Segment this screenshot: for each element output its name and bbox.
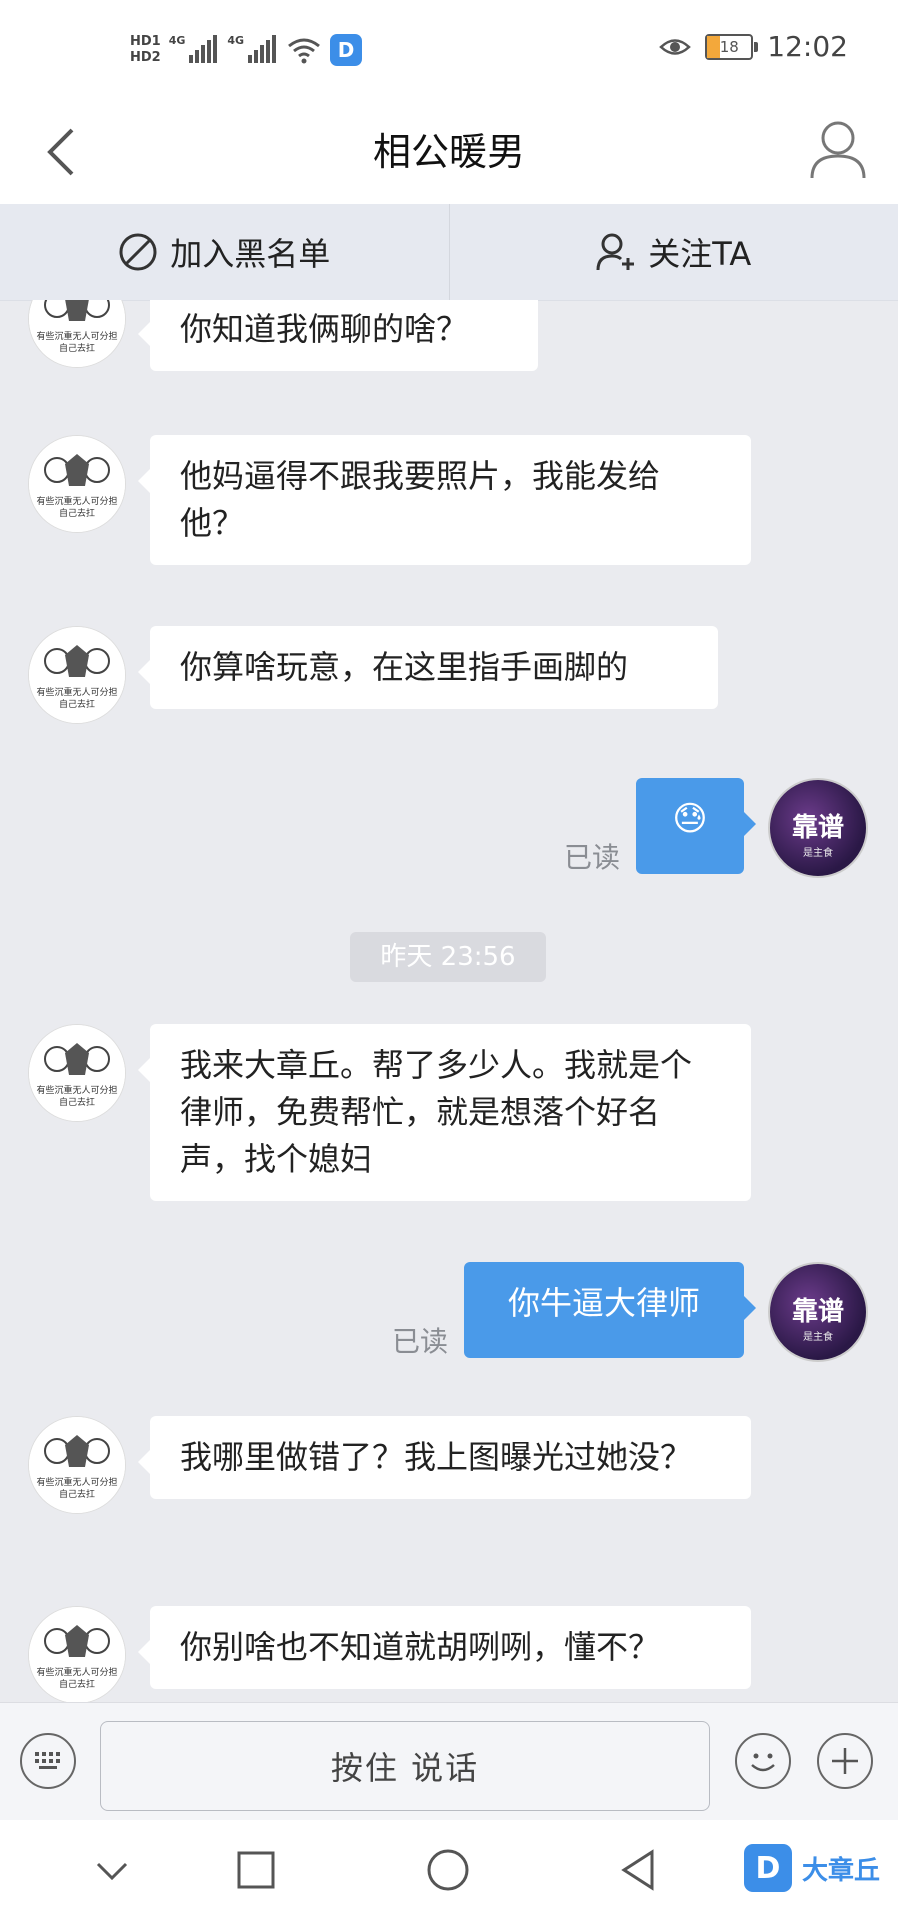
message-bubble[interactable]: 你别啥也不知道就胡咧咧，懂不？ [138, 1606, 751, 1689]
page-title: 相公暖男 [372, 130, 525, 174]
message-bubble[interactable]: 我来大章丘。帮了多少人。我就是个律师，免费帮忙，就是想落个好名声，找个媳妇 [138, 1024, 751, 1201]
wifi-icon [288, 38, 321, 64]
battery-level: 18 [719, 37, 739, 56]
recents-square-icon[interactable] [230, 1844, 282, 1896]
blacklist-label: 加入黑名单 [170, 235, 331, 273]
status-bar: HD1 HD2 4G 4G D 18 12:02 [0, 0, 898, 100]
avatar-caption-1: 有些沉重无人可分担 [36, 686, 117, 698]
blacklist-button[interactable]: 加入黑名单 [0, 204, 449, 300]
avatar-caption-1: 有些沉重无人可分担 [36, 1666, 117, 1678]
plus-icon [832, 1748, 858, 1774]
message-bubble[interactable]: 你牛逼大律师 [464, 1262, 756, 1358]
contact-avatar[interactable]: 有些沉重无人可分担 自己去扛 [28, 300, 126, 368]
signal-bars-icon [185, 33, 219, 67]
smiley-icon [751, 1753, 775, 1772]
net1-label: 4G [168, 34, 186, 47]
avatar-illustration: 有些沉重无人可分担 自己去扛 [29, 436, 125, 532]
ban-icon [119, 233, 157, 271]
follow-label: 关注TA [648, 235, 752, 273]
avatar-caption-2: 自己去扛 [59, 342, 95, 354]
title-bar: 相公暖男 [0, 100, 898, 204]
hd-indicators: HD1 HD2 [130, 34, 161, 66]
hd1-label: HD1 [130, 34, 161, 49]
contact-avatar[interactable]: 有些沉重无人可分担 自己去扛 [28, 435, 126, 533]
signal-bars-icon [244, 33, 278, 67]
avatar-illustration: 靠谱 是主食 [792, 1296, 844, 1343]
avatar-caption-2: 自己去扛 [59, 698, 95, 710]
app-notification-icon: D [330, 34, 363, 66]
add-user-icon [596, 233, 635, 271]
avatar-illustration: 有些沉重无人可分担 自己去扛 [29, 1607, 125, 1702]
clock: 12:02 [767, 30, 848, 63]
keyboard-icon [35, 1752, 60, 1769]
keyboard-button[interactable] [20, 1733, 76, 1789]
avatar-illustration: 靠谱 是主食 [792, 812, 844, 859]
my-avatar[interactable]: 靠谱 是主食 [768, 778, 868, 878]
action-bar: 加入黑名单 关注TA [0, 204, 898, 301]
battery-icon: 18 [705, 33, 759, 60]
chevron-down-icon[interactable] [86, 1844, 138, 1896]
contact-avatar[interactable]: 有些沉重无人可分担 自己去扛 [28, 1024, 126, 1122]
follow-button[interactable]: 关注TA [448, 204, 898, 300]
avatar-caption-1: 靠谱 [792, 1296, 844, 1327]
status-right: 18 12:02 [659, 30, 848, 63]
avatar-caption-2: 是主食 [803, 846, 833, 859]
avatar-illustration: 有些沉重无人可分担 自己去扛 [29, 1417, 125, 1513]
timestamp-divider: 昨天 23:56 [350, 932, 546, 982]
hd2-label: HD2 [130, 50, 161, 65]
avatar-caption-1: 有些沉重无人可分担 [36, 495, 117, 507]
home-circle-icon[interactable] [422, 1844, 474, 1896]
contact-avatar[interactable]: 有些沉重无人可分担 自己去扛 [28, 626, 126, 724]
avatar-caption-1: 有些沉重无人可分担 [36, 330, 117, 342]
avatar-illustration: 有些沉重无人可分担 自己去扛 [29, 1025, 125, 1121]
signal-1: 4G [169, 33, 220, 67]
avatar-caption-1: 有些沉重无人可分担 [36, 1084, 117, 1096]
read-status: 已读 [391, 1325, 448, 1358]
message-bubble[interactable]: 我哪里做错了？我上图曝光过她没？ [138, 1416, 751, 1499]
back-triangle-icon[interactable] [614, 1844, 666, 1896]
signal-2: 4G [227, 33, 278, 67]
hold-to-talk-button[interactable]: 按住 说话 [100, 1721, 710, 1811]
avatar-caption-2: 自己去扛 [59, 1488, 95, 1500]
my-avatar[interactable]: 靠谱 是主食 [768, 1262, 868, 1362]
chat-area[interactable]: 有些沉重无人可分担 自己去扛 你知道我俩聊的啥？ 有些沉重无人可分担 自己去扛 … [0, 300, 898, 1702]
watermark: D 大章丘 [743, 1844, 880, 1892]
message-bubble[interactable]: 你算啥玩意，在这里指手画脚的 [138, 626, 718, 709]
more-button[interactable] [817, 1733, 873, 1789]
avatar-caption-2: 自己去扛 [59, 507, 95, 519]
input-bar: 按住 说话 [0, 1702, 898, 1821]
avatar-caption-2: 自己去扛 [59, 1096, 95, 1108]
avatar-caption-2: 自己去扛 [59, 1678, 95, 1690]
system-nav-bar: D 大章丘 [0, 1820, 898, 1920]
profile-icon[interactable] [808, 118, 868, 182]
avatar-illustration: 有些沉重无人可分担 自己去扛 [29, 300, 125, 367]
watermark-text: 大章丘 [801, 1855, 880, 1886]
watermark-logo-icon: D [743, 1844, 792, 1892]
contact-avatar[interactable]: 有些沉重无人可分担 自己去扛 [28, 1606, 126, 1702]
avatar-caption-1: 靠谱 [792, 812, 844, 843]
read-status: 已读 [563, 841, 620, 874]
emoji-button[interactable] [735, 1733, 791, 1789]
status-left: HD1 HD2 4G 4G D [130, 22, 363, 78]
avatar-illustration: 有些沉重无人可分担 自己去扛 [29, 627, 125, 723]
avatar-caption-1: 有些沉重无人可分担 [36, 1476, 117, 1488]
message-bubble[interactable]: 😓 [636, 778, 756, 874]
avatar-caption-2: 是主食 [803, 1330, 833, 1343]
message-bubble[interactable]: 你知道我俩聊的啥？ [138, 300, 538, 371]
net2-label: 4G [227, 34, 245, 47]
contact-avatar[interactable]: 有些沉重无人可分担 自己去扛 [28, 1416, 126, 1514]
eye-icon [659, 38, 692, 55]
message-bubble[interactable]: 他妈逼得不跟我要照片，我能发给他？ [138, 435, 751, 565]
